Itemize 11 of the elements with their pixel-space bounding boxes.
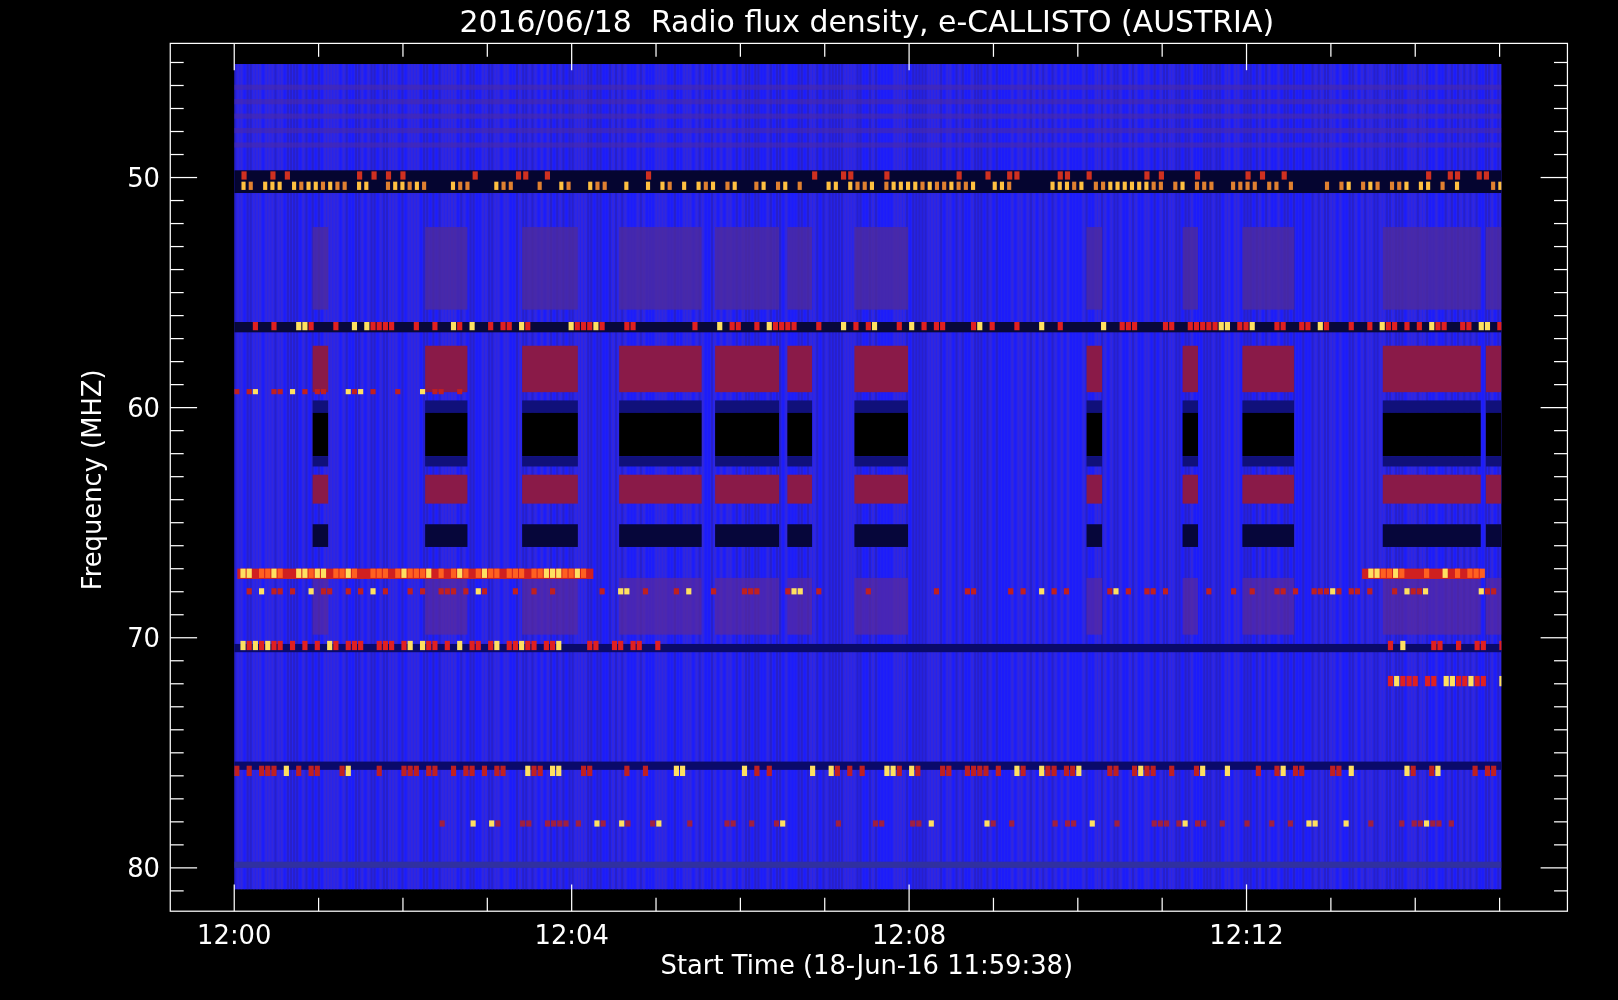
- x-axis-label: Start Time (18-Jun-16 11:59:38): [660, 950, 1074, 981]
- x-tick-label: 12:04: [534, 920, 609, 951]
- y-axis-label: Frequency (MHZ): [77, 369, 108, 591]
- y-tick-label: 50: [127, 162, 160, 193]
- x-tick-label: 12:00: [197, 920, 272, 951]
- x-tick-label: 12:08: [871, 920, 947, 951]
- y-tick-label: 70: [127, 623, 160, 654]
- chart-title: 2016/06/18 Radio flux density, e-CALLISTO (AUSTRIA): [459, 4, 1275, 40]
- y-tick-label: 80: [127, 853, 160, 884]
- x-tick-label: 12:12: [1209, 920, 1284, 951]
- y-tick-label: 60: [127, 392, 160, 423]
